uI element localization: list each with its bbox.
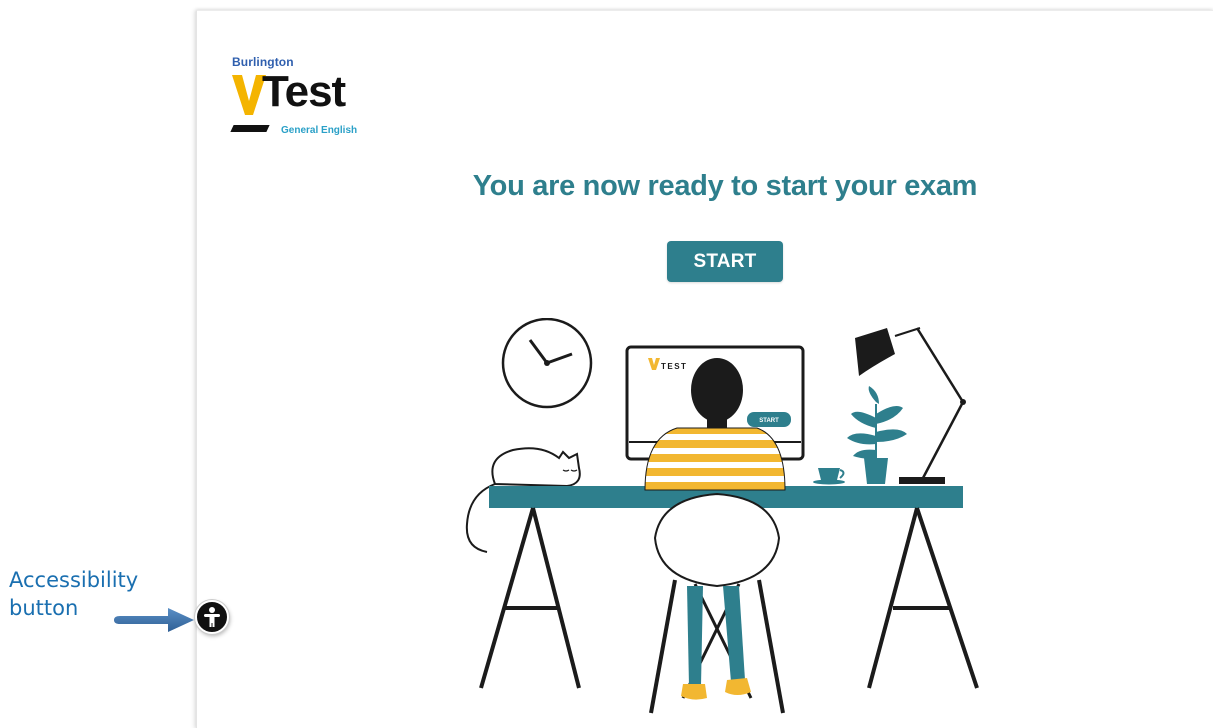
logo-underline-bar [230,125,270,132]
plant-icon [847,386,907,484]
accessibility-button[interactable] [195,600,229,634]
chair-icon [649,492,785,714]
arrow-right-icon [114,608,194,632]
accessibility-icon [204,607,220,627]
person-legs [681,586,751,700]
logo-v-mark [232,75,266,115]
coffee-cup-icon [813,468,845,485]
vtest-logo: Burlington Test General English [230,55,382,140]
ready-heading: You are now ready to start your exam [472,170,978,202]
screen-brand-text: TEST [661,362,687,371]
start-button[interactable]: START [667,241,783,282]
clock-icon [501,318,593,409]
logo-brand-main: Test [262,67,346,116]
trestle-left [479,507,581,689]
screen-start-text: START [759,418,779,424]
desk-illustration: TEST START [465,318,979,714]
page-stage: Burlington Test General English You are … [0,0,1213,728]
logo-brand-sub: General English [281,125,358,136]
trestle-right [867,507,979,689]
